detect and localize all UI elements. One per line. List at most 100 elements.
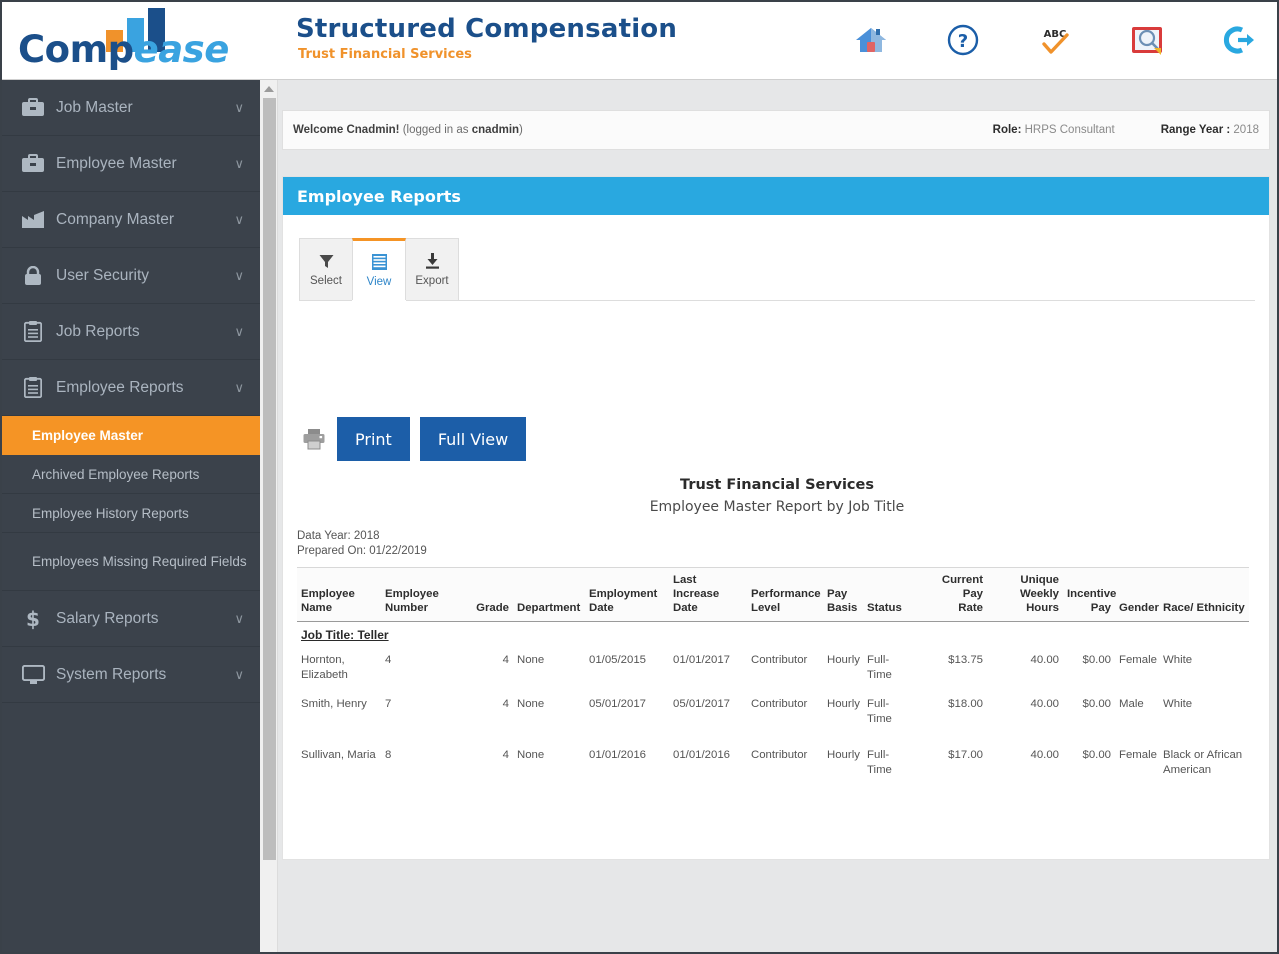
welcome-greeting: Welcome Cnadmin! xyxy=(293,124,400,136)
briefcase-icon xyxy=(20,151,46,177)
cell-grade: 4 xyxy=(502,749,509,761)
full-view-button[interactable]: Full View xyxy=(419,417,527,461)
cell-employee-name: Smith, Henry xyxy=(301,698,367,710)
sidebar-subitem-employees-missing-required-fields[interactable]: Employees Missing Required Fields xyxy=(2,533,260,591)
col-line1: Performance xyxy=(751,588,821,600)
table-row[interactable]: Hornton, Elizabeth 4 4 None 01/05/2015 0… xyxy=(297,646,1249,690)
cell-incentive-pay: $0.00 xyxy=(1082,654,1111,666)
cell-employee-name: Sullivan, Maria xyxy=(301,749,376,761)
sidebar-item-employee-reports[interactable]: Employee Reports ∨ xyxy=(2,360,260,416)
logout-icon[interactable] xyxy=(1219,18,1259,62)
tab-select[interactable]: Select xyxy=(299,238,353,300)
cell-employee-number: 7 xyxy=(385,698,392,710)
col-performance-level: Performance Level xyxy=(747,567,823,622)
sidebar-subitem-employee-history-reports[interactable]: Employee History Reports xyxy=(2,494,260,533)
sidebar-sublabel: Employee Master xyxy=(32,427,144,443)
col-line2: Status xyxy=(867,602,902,614)
col-race-ethnicity: Race/ Ethnicity xyxy=(1159,567,1249,622)
tab-view[interactable]: View xyxy=(352,238,406,300)
sidebar-item-job-reports[interactable]: Job Reports ∨ xyxy=(2,304,260,360)
sidebar-sublabel: Archived Employee Reports xyxy=(32,466,200,482)
report-title: Employee Master Report by Job Title xyxy=(649,499,905,515)
sidebar-subitem-employee-master[interactable]: Employee Master xyxy=(2,416,260,455)
cell-employment-date: 01/01/2016 xyxy=(589,749,647,761)
sidebar-item-user-security[interactable]: User Security ∨ xyxy=(2,248,260,304)
funnel-icon xyxy=(319,252,334,270)
col-employee-number: Employee Number xyxy=(381,567,469,622)
cell-race-ethnicity: White xyxy=(1163,654,1193,666)
col-line2: Name xyxy=(301,602,333,614)
col-line2: Gender xyxy=(1119,602,1159,614)
print-button[interactable]: Print xyxy=(337,417,410,461)
job-title-group-cell: Job Title: Teller xyxy=(297,622,1249,647)
cell-department: None xyxy=(517,698,545,710)
job-title-group-row: Job Title: Teller xyxy=(297,622,1249,647)
report-tabs: Select View Export xyxy=(299,238,1255,301)
cell-unique-weekly-hours: 40.00 xyxy=(1030,749,1059,761)
sidebar-item-job-master[interactable]: Job Master ∨ xyxy=(2,80,260,136)
help-icon[interactable]: ? xyxy=(943,18,983,62)
compease-logo[interactable]: Compease xyxy=(10,6,260,76)
report-body: Trust Financial Services Employee Master… xyxy=(297,477,1257,847)
cell-pay-basis: Hourly xyxy=(827,654,860,666)
col-line2: Level xyxy=(751,602,781,614)
cell-race-ethnicity: White xyxy=(1163,698,1193,710)
col-line2: Rate xyxy=(958,602,983,614)
application-window: Compease Structured Compensation Trust F… xyxy=(0,0,1279,954)
col-employment-date: Employment Date xyxy=(585,567,669,622)
col-line1: Incentive xyxy=(1067,588,1117,600)
panel-header: Employee Reports xyxy=(283,177,1269,215)
sidebar-sublabel: Employee History Reports xyxy=(32,505,189,521)
printer-icon[interactable] xyxy=(301,424,327,454)
sidebar-item-employee-master[interactable]: Employee Master ∨ xyxy=(2,136,260,192)
table-row[interactable]: Smith, Henry 7 4 None 05/01/2017 05/01/2… xyxy=(297,690,1249,741)
dictionary-search-icon[interactable] xyxy=(1127,18,1167,62)
welcome-loggedin-suffix: ) xyxy=(519,124,523,136)
welcome-username: cnadmin xyxy=(471,124,520,136)
col-incentive-pay: Incentive Pay xyxy=(1063,567,1117,622)
spellcheck-icon[interactable]: ABC xyxy=(1035,18,1075,62)
cell-incentive-pay: $0.00 xyxy=(1082,698,1111,710)
col-pay-basis: Pay Basis xyxy=(823,567,863,622)
welcome-message: Welcome Cnadmin! (logged in as cnadmin) xyxy=(293,124,523,136)
col-line2: Department xyxy=(517,602,581,614)
sidebar-label: Employee Reports xyxy=(56,378,184,396)
monitor-icon xyxy=(20,662,46,688)
tab-label: Export xyxy=(415,275,449,287)
cell-employment-date: 05/01/2017 xyxy=(589,698,647,710)
sidebar-item-salary-reports[interactable]: $ Salary Reports ∨ xyxy=(2,591,260,647)
sidebar-sublabel: Employees Missing Required Fields xyxy=(32,553,247,569)
cell-status: Full-Time xyxy=(867,749,892,776)
col-line1: Pay xyxy=(827,588,848,600)
sidebar-label: Employee Master xyxy=(56,154,177,172)
page-subtitle: Trust Financial Services xyxy=(298,47,472,62)
cell-status: Full-Time xyxy=(867,654,892,681)
cell-department: None xyxy=(517,654,545,666)
header-icon-bar: ? ABC xyxy=(851,18,1259,62)
col-line1: Employee xyxy=(385,588,439,600)
home-icon[interactable] xyxy=(851,18,891,62)
chevron-down-icon: ∨ xyxy=(234,379,244,395)
col-line2: Hours xyxy=(1026,602,1059,614)
sidebar-item-company-master[interactable]: Company Master ∨ xyxy=(2,192,260,248)
report-company-name: Trust Financial Services xyxy=(680,477,874,493)
sidebar-subitem-archived-employee-reports[interactable]: Archived Employee Reports xyxy=(2,455,260,494)
cell-performance-level: Contributor xyxy=(751,654,808,666)
sidebar-label: System Reports xyxy=(56,665,167,683)
cell-department: None xyxy=(517,749,545,761)
sidebar-item-system-reports[interactable]: System Reports ∨ xyxy=(2,647,260,703)
col-line2: Basis xyxy=(827,602,858,614)
scroll-up-arrow-icon[interactable] xyxy=(263,83,275,95)
range-year-info: Range Year : 2018 xyxy=(1161,124,1259,136)
scrollbar-thumb[interactable] xyxy=(263,98,276,860)
table-row[interactable]: Sullivan, Maria 8 4 None 01/01/2016 01/0… xyxy=(297,741,1249,785)
session-info: Role: HRPS Consultant Range Year : 2018 xyxy=(993,124,1259,136)
report-data-year: Data Year: 2018 xyxy=(297,530,380,542)
tab-export[interactable]: Export xyxy=(405,238,459,300)
employee-reports-panel: Employee Reports Select View Export Prin… xyxy=(282,176,1270,860)
cell-gender: Female xyxy=(1119,749,1157,761)
logo-wordmark: Compease xyxy=(18,28,229,71)
cell-last-increase-date: 05/01/2017 xyxy=(673,698,731,710)
app-header: Compease Structured Compensation Trust F… xyxy=(2,2,1277,80)
page-scrollbar[interactable] xyxy=(260,80,278,952)
